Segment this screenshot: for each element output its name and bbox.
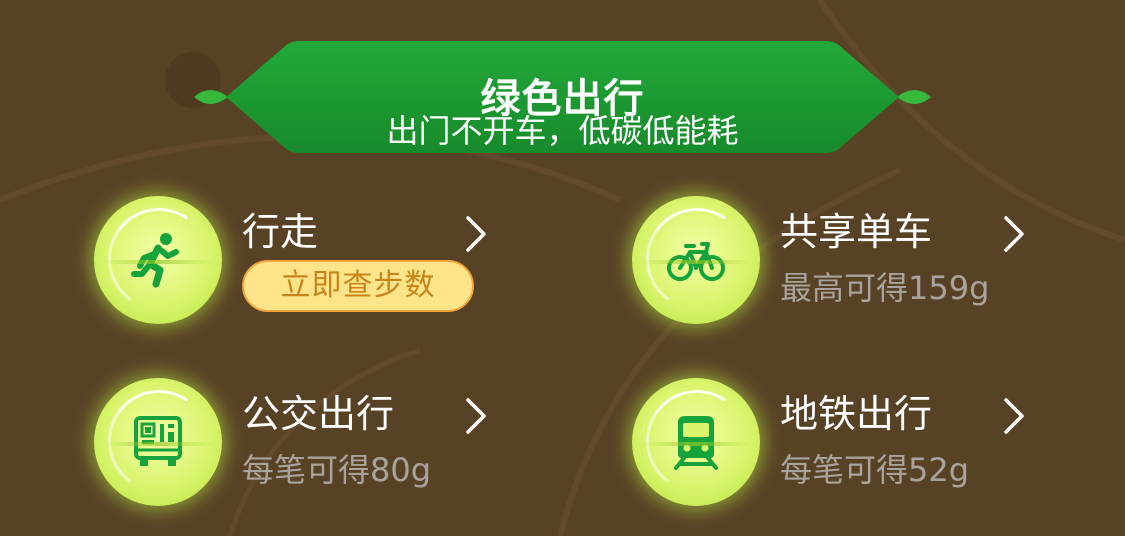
chevron-right-icon <box>1004 398 1024 434</box>
shared-bike-orb <box>632 196 760 324</box>
running-person-icon <box>131 233 179 288</box>
bus-icon <box>134 416 182 466</box>
bus-orb <box>94 378 222 506</box>
green-travel-banner: 绿色出行 出门不开车，低碳低能耗 <box>190 33 935 165</box>
subway-orb <box>632 378 760 506</box>
walking-orb <box>94 196 222 324</box>
chevron-right-icon <box>466 216 486 252</box>
walking-title: 行走 <box>242 210 319 254</box>
bus-card[interactable]: 公交出行 每笔可得80g <box>94 378 564 518</box>
bicycle-icon <box>667 242 725 281</box>
shared-bike-title: 共享单车 <box>780 210 933 254</box>
bus-reward: 每笔可得80g <box>242 451 432 489</box>
subway-card[interactable]: 地铁出行 每笔可得52g <box>632 378 1102 518</box>
shared-bike-reward: 最高可得159g <box>780 269 990 307</box>
bus-title: 公交出行 <box>242 392 395 436</box>
subway-reward: 每笔可得52g <box>780 451 970 489</box>
chevron-right-icon <box>1004 216 1024 252</box>
shared-bike-card[interactable]: 共享单车 最高可得159g <box>632 196 1102 336</box>
banner-subtitle: 出门不开车，低碳低能耗 <box>386 112 739 150</box>
train-icon <box>674 416 718 470</box>
subway-title: 地铁出行 <box>780 392 933 436</box>
walking-card[interactable]: 行走 立即查步数 <box>94 196 564 336</box>
check-steps-button[interactable]: 立即查步数 <box>242 260 474 312</box>
chevron-right-icon <box>466 398 486 434</box>
